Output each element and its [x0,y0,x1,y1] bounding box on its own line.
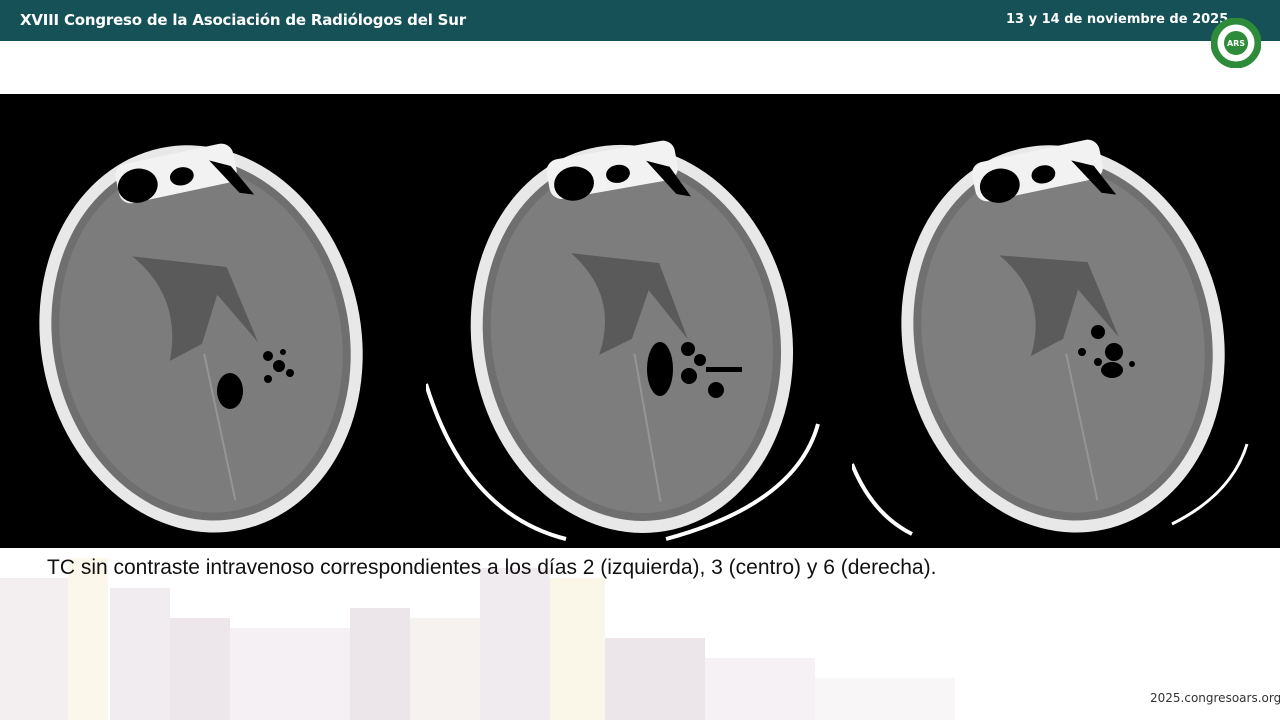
ars-logo-icon: ARS [1211,18,1261,68]
congress-title: XVIII Congreso de la Asociación de Radió… [20,11,466,29]
ct-scan-day-6 [852,139,1249,536]
svg-text:ARS: ARS [1227,39,1245,48]
congress-date: 13 y 14 de noviembre de 2025 [1006,12,1229,27]
header-bar: XVIII Congreso de la Asociación de Radió… [0,0,1280,41]
ct-image-panel [0,94,1280,548]
ct-scan-day-2 [39,143,363,533]
ct-scan-day-3 [426,140,820,541]
congress-website: 2025.congresoars.org [1150,691,1280,705]
figure-caption: TC sin contraste intravenoso correspondi… [47,556,937,579]
